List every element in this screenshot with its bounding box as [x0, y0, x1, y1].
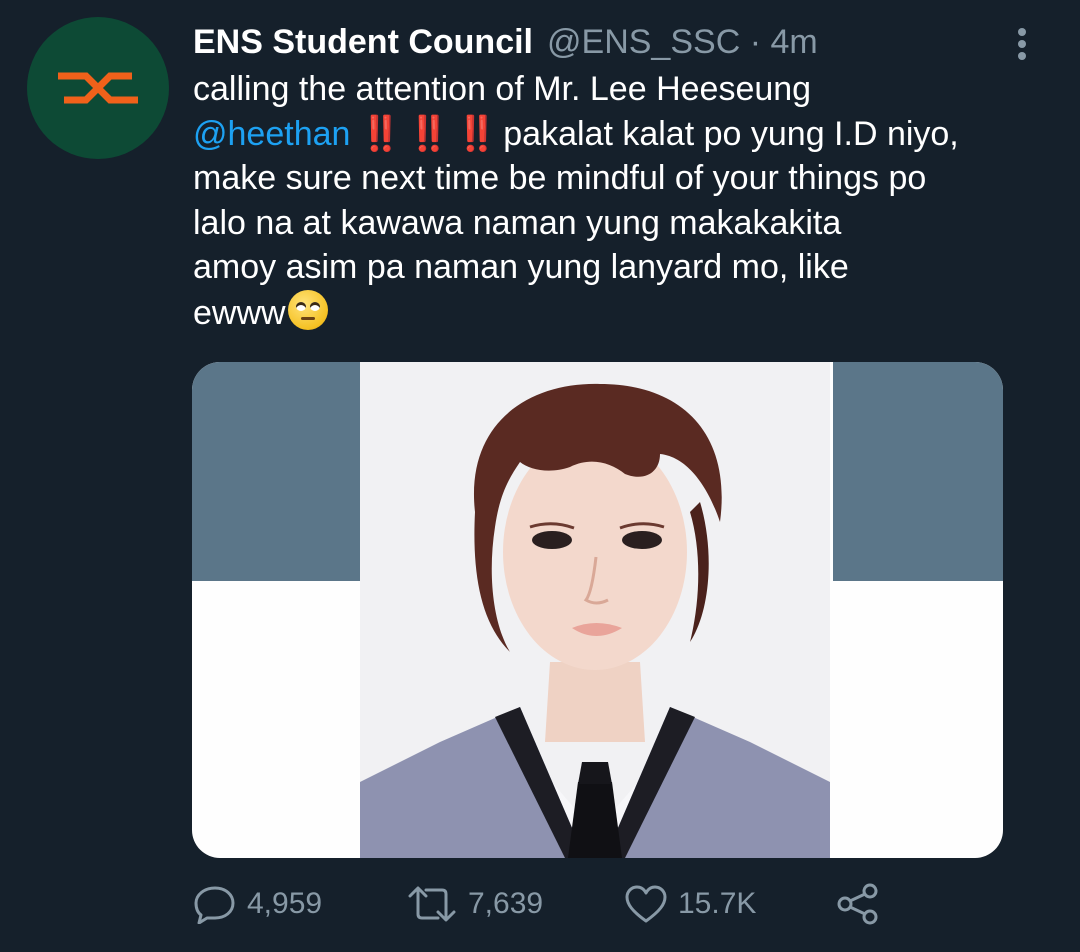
- eye-roll-emoji: [287, 289, 328, 330]
- like-count: 15.7K: [678, 887, 757, 920]
- avatar[interactable]: [27, 17, 169, 159]
- share-button[interactable]: [835, 878, 881, 930]
- more-vertical-icon[interactable]: [1010, 24, 1034, 64]
- reply-count: 4,959: [247, 887, 323, 920]
- share-icon: [837, 883, 878, 925]
- retweet-count: 7,639: [468, 887, 544, 920]
- tweet-line-3: make sure next time be mindful of your t…: [193, 159, 927, 197]
- tweet-line-1: calling the attention of Mr. Lee Heeseun…: [193, 70, 812, 108]
- id-photo-illustration: [360, 362, 830, 858]
- tweet-media-image[interactable]: [192, 362, 1003, 858]
- council-logo-icon: [58, 72, 138, 104]
- photo-backdrop-right: [833, 362, 1003, 581]
- tweet-line-5: amoy asim pa naman yung lanyard mo, like: [193, 248, 849, 286]
- like-icon: [625, 885, 667, 923]
- photo-backdrop-left: [192, 362, 362, 581]
- mention-link[interactable]: @heethan: [193, 115, 350, 153]
- tweet-line-6: ewww: [193, 293, 286, 332]
- tweet-header: ENS Student Council @ENS_SSC · 4m: [193, 22, 1010, 62]
- id-photo: [360, 362, 830, 858]
- double-exclamation-emoji-1: ‼️: [359, 114, 402, 153]
- author-name[interactable]: ENS Student Council: [193, 23, 533, 61]
- double-exclamation-emoji-2: ‼️: [407, 114, 450, 153]
- tweet-text: calling the attention of Mr. Lee Heeseun…: [193, 67, 1053, 335]
- tweet-timestamp[interactable]: 4m: [770, 23, 817, 61]
- header-separator: ·: [749, 23, 762, 61]
- reply-icon: [194, 886, 235, 924]
- retweet-icon: [408, 886, 456, 922]
- tweet-line-2: pakalat kalat po yung I.D niyo,: [493, 114, 959, 153]
- author-handle[interactable]: @ENS_SSC: [547, 23, 740, 61]
- tweet-line-4: lalo na at kawawa naman yung makakakita: [193, 203, 842, 242]
- double-exclamation-emoji-3: ‼️: [455, 114, 497, 153]
- retweet-button[interactable]: 7,639: [406, 878, 543, 930]
- reply-button[interactable]: 4,959: [193, 878, 322, 930]
- like-button[interactable]: 15.7K: [624, 878, 756, 930]
